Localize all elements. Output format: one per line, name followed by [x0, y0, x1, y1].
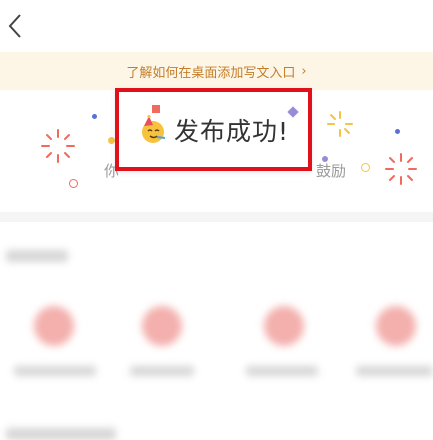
blur-heading: [6, 428, 116, 440]
banner-text: 了解如何在桌面添加写文入口: [126, 65, 296, 81]
blur-item-icon: [34, 306, 74, 346]
top-bar: [0, 0, 433, 52]
confetti-dot-icon: [92, 114, 97, 119]
confetti-dot-icon: [361, 163, 370, 172]
back-button[interactable]: [4, 12, 28, 40]
blur-item-icon: [264, 306, 304, 346]
section-divider: [0, 212, 433, 222]
blur-item-icon: [142, 306, 182, 346]
confetti-dot-icon: [108, 137, 115, 144]
blur-heading: [6, 250, 68, 262]
party-face-icon: [141, 114, 166, 143]
success-title: 发布成功!: [173, 116, 290, 146]
confetti-square-icon: [152, 105, 160, 113]
publish-success-card: 发布成功!: [115, 88, 312, 171]
confetti-dot-icon: [69, 179, 78, 188]
desktop-entry-banner[interactable]: 了解如何在桌面添加写文入口 ›: [0, 52, 433, 90]
blur-item-label: [246, 366, 318, 376]
blurred-content: [0, 222, 433, 440]
blur-item-label: [14, 366, 96, 376]
confetti-burst-icon: [41, 129, 75, 163]
blur-item-icon: [376, 306, 416, 346]
confetti-burst-icon: [385, 153, 417, 185]
blur-item-label: [356, 366, 433, 376]
confetti-diamond-icon: [287, 106, 299, 118]
confetti-dot-icon: [395, 129, 400, 134]
chevron-left-icon: [8, 14, 21, 38]
blur-item-label: [130, 366, 194, 376]
chevron-right-icon: ›: [301, 63, 307, 79]
confetti-burst-icon: [327, 111, 353, 137]
hint-right: 鼓励: [316, 162, 347, 180]
